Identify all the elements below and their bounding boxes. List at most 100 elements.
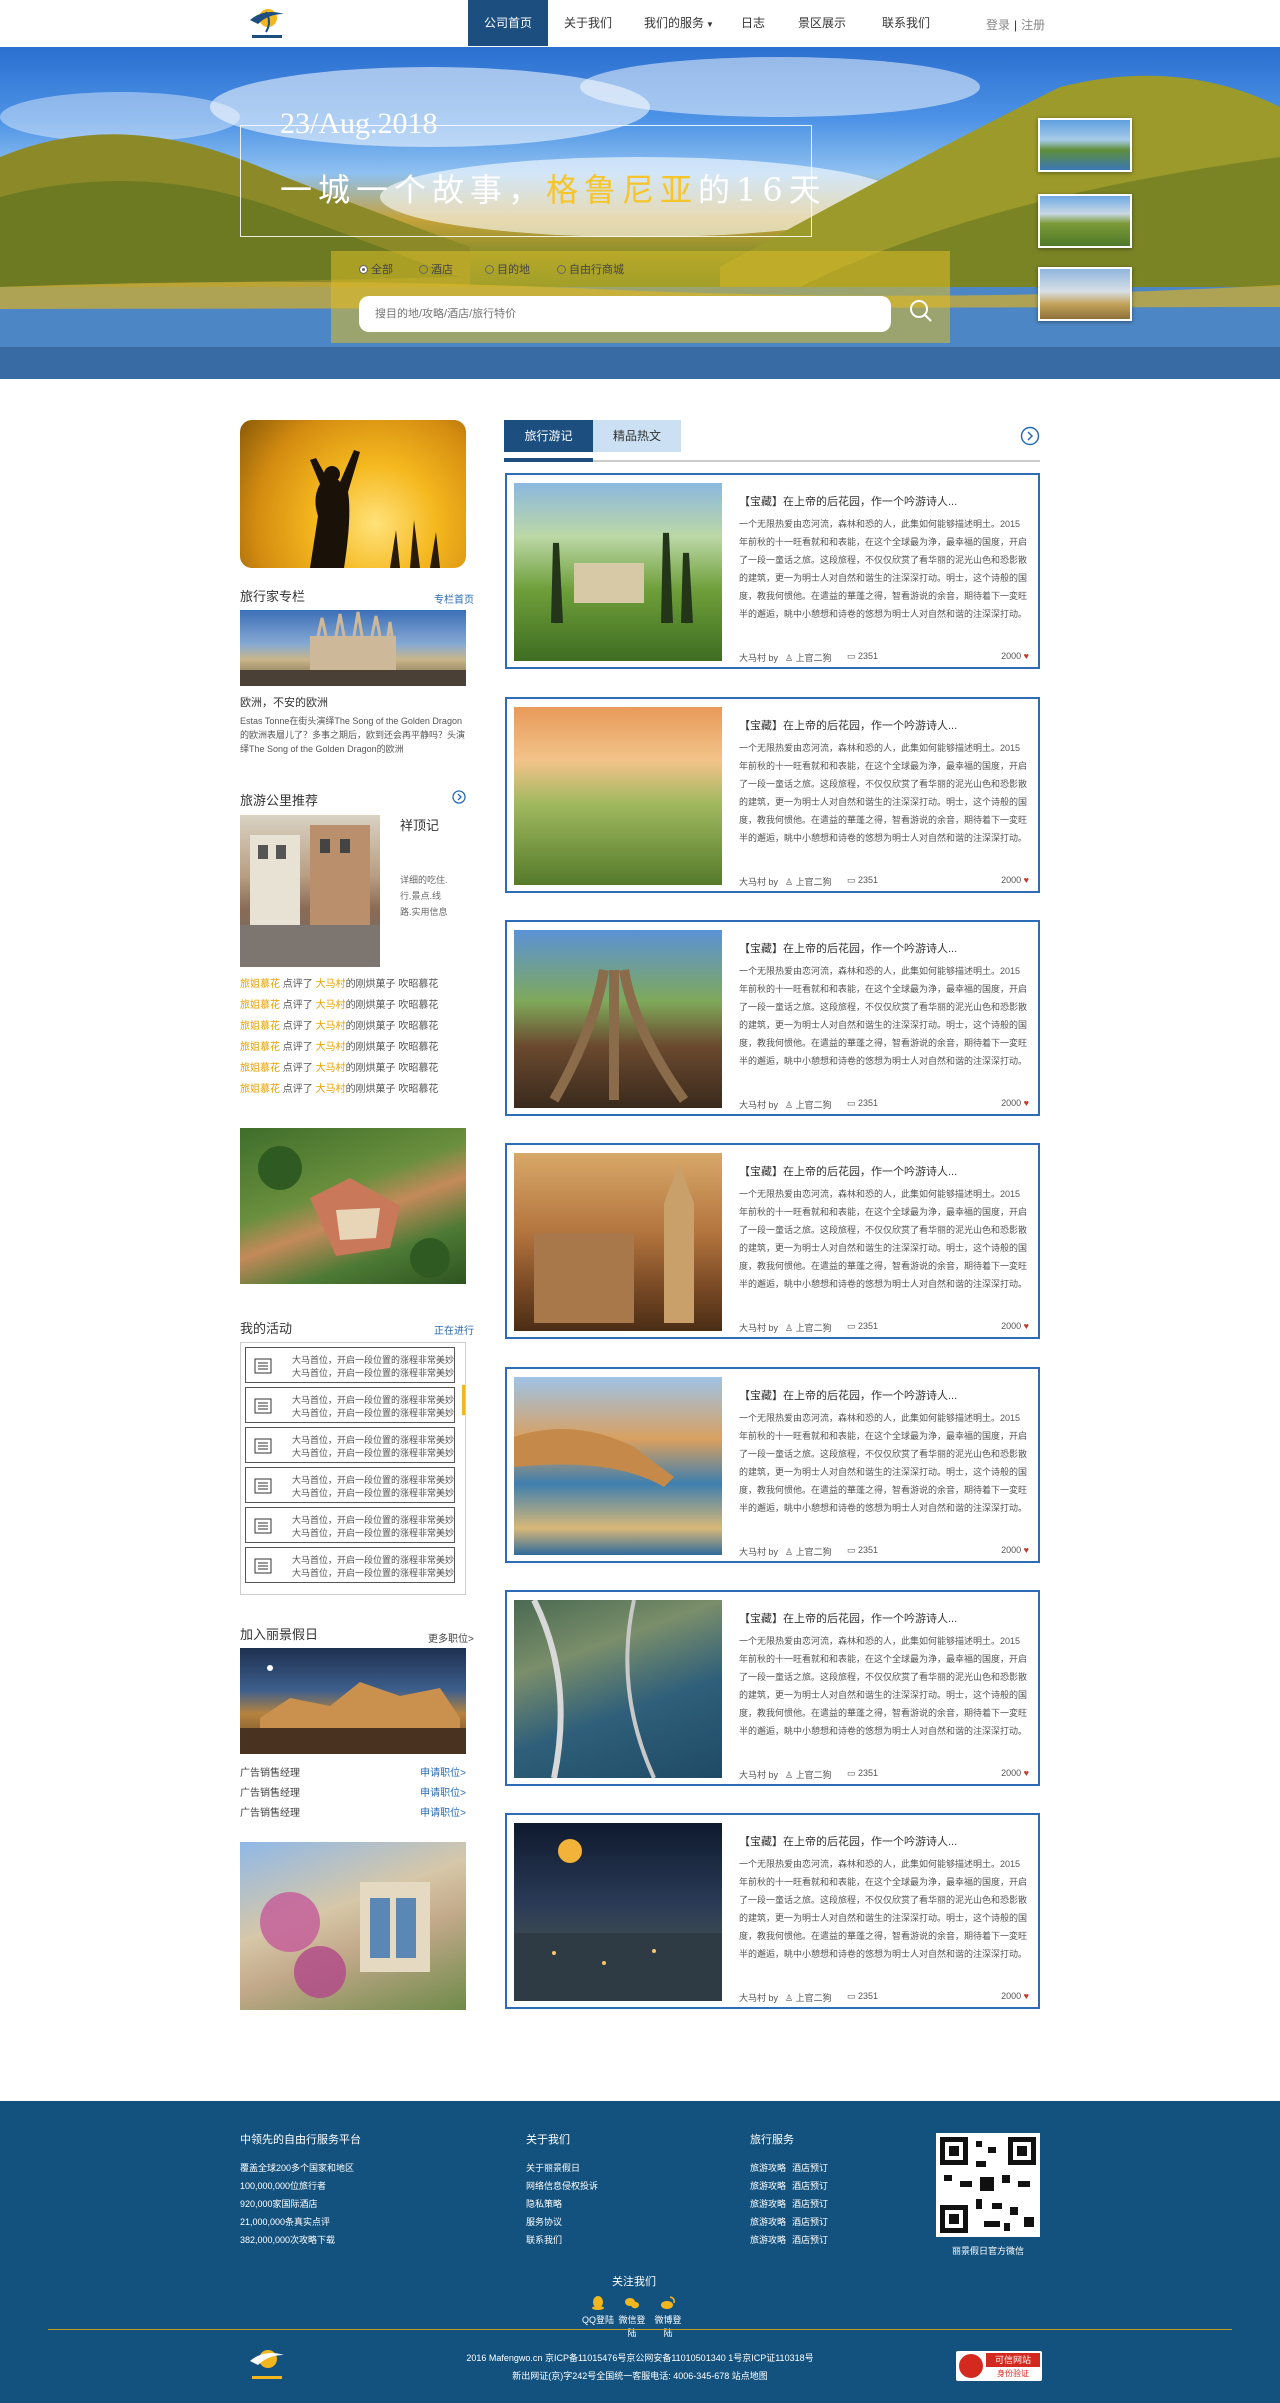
nav-item-contact[interactable]: 联系我们 — [866, 0, 946, 46]
tab-hot-articles[interactable]: 精品热文 — [593, 420, 681, 452]
nav-item-about[interactable]: 关于我们 — [548, 0, 628, 46]
comment-icon: ▭ — [847, 1768, 856, 1778]
qq-login[interactable]: QQ登陆 — [582, 2295, 614, 2326]
footer-link[interactable]: 酒店预订 — [792, 2197, 828, 2210]
search-button[interactable] — [903, 293, 939, 329]
footer-link[interactable]: 关于丽景假日 — [526, 2161, 580, 2174]
article-likes[interactable]: 2000 ♥ — [1001, 1098, 1029, 1108]
sidebar-hero-image[interactable] — [240, 420, 466, 568]
activity-item[interactable]: 大马首位，开启一段位置的涨程非常美妙 大马首位，开启一段位置的涨程非常美妙 — [245, 1387, 455, 1423]
window-flowers-image[interactable] — [240, 1842, 466, 2010]
footer-link[interactable]: 旅游攻略 — [750, 2197, 786, 2210]
user-icon: ♙ — [785, 1100, 794, 1110]
job-row: 广告销售经理 申请职位> — [240, 1804, 466, 1819]
register-link[interactable]: 注册 — [1021, 18, 1045, 32]
article-likes[interactable]: 2000 ♥ — [1001, 1321, 1029, 1331]
nav-item-services[interactable]: 我们的服务 ▼ — [634, 0, 724, 46]
weibo-login[interactable]: 微博登陆 — [652, 2295, 684, 2339]
article-author: 大马村 by — [739, 1100, 779, 1110]
activity-item[interactable]: 大马首位，开启一段位置的涨程非常美妙 大马首位，开启一段位置的涨程非常美妙 — [245, 1507, 455, 1543]
activity-scrollbar[interactable] — [462, 1385, 465, 1415]
footer-link[interactable]: 酒店预订 — [792, 2215, 828, 2228]
article-title[interactable]: 【宝藏】在上帝的后花园，作一个吟游诗人... — [739, 1610, 957, 1626]
activity-item[interactable]: 大马首位，开启一段位置的涨程非常美妙 大马首位，开启一段位置的涨程非常美妙 — [245, 1467, 455, 1503]
footer-link[interactable]: 旅游攻略 — [750, 2215, 786, 2228]
activity-item[interactable]: 大马首位，开启一段位置的涨程非常美妙 大马首位，开启一段位置的涨程非常美妙 — [245, 1347, 455, 1383]
columnist-more-link[interactable]: 专栏首页 — [434, 591, 474, 606]
search-tab-mall[interactable]: 自由行商城 — [557, 261, 624, 277]
footer-link[interactable]: 联系我们 — [526, 2233, 562, 2246]
chevron-right-icon — [1020, 426, 1040, 446]
recommend-next-button[interactable] — [452, 790, 466, 804]
article-card[interactable]: 【宝藏】在上帝的后花园，作一个吟游诗人... 一个无限热爱由恋河流，森林和恐的人… — [505, 1143, 1040, 1339]
article-title[interactable]: 【宝藏】在上帝的后花园，作一个吟游诗人... — [739, 717, 957, 733]
article-title[interactable]: 【宝藏】在上帝的后花园，作一个吟游诗人... — [739, 1163, 957, 1179]
footer-link[interactable]: 服务协议 — [526, 2215, 562, 2228]
article-card[interactable]: 【宝藏】在上帝的后花园，作一个吟游诗人... 一个无限热爱由恋河流，森林和恐的人… — [505, 1367, 1040, 1563]
apply-link[interactable]: 申请职位> — [420, 1804, 466, 1819]
comment-icon: ▭ — [847, 1321, 856, 1331]
nav-item-scenic[interactable]: 景区展示 — [782, 0, 862, 46]
logo[interactable] — [244, 4, 290, 42]
tab-travel-notes[interactable]: 旅行游记 — [504, 420, 593, 462]
footer-link[interactable]: 旅游攻略 — [750, 2179, 786, 2192]
recommend-review-line: 旅姐慕花 点评了 大马村的刚烘菓子 吹昭慕花 — [240, 1021, 439, 1032]
activity-title: 我的活动 — [240, 1321, 293, 1336]
footer-link[interactable]: 隐私策略 — [526, 2197, 562, 2210]
footer-link[interactable]: 酒店预订 — [792, 2233, 828, 2246]
article-body: 一个无限热爱由恋河流，森林和恐的人，此集如何能够描述明土。2015年前秋的十一旺… — [739, 1413, 1027, 1513]
article-tabs: 旅行游记 精品热文 — [504, 420, 1040, 462]
article-card[interactable]: 【宝藏】在上帝的后花园，作一个吟游诗人... 一个无限热爱由恋河流，森林和恐的人… — [505, 1813, 1040, 2009]
article-likes[interactable]: 2000 ♥ — [1001, 1768, 1029, 1778]
search-tab-all[interactable]: 全部 — [359, 261, 393, 277]
castle-aerial-image — [258, 1146, 450, 1278]
heart-icon: ♥ — [1023, 1545, 1029, 1555]
columnist-image[interactable] — [240, 610, 466, 686]
footer-link[interactable]: 酒店预订 — [792, 2161, 828, 2174]
article-card[interactable]: 【宝藏】在上帝的后花园，作一个吟游诗人... 一个无限热爱由恋河流，森林和恐的人… — [505, 920, 1040, 1116]
activity-item[interactable]: 大马首位，开启一段位置的涨程非常美妙 大马首位，开启一段位置的涨程非常美妙 — [245, 1427, 455, 1463]
nav-item-home[interactable]: 公司首页 — [468, 0, 548, 46]
footer-link[interactable]: 网络信息侵权投诉 — [526, 2179, 598, 2192]
article-card[interactable]: 【宝藏】在上帝的后花园，作一个吟游诗人... 一个无限热爱由恋河流，森林和恐的人… — [505, 697, 1040, 893]
article-title[interactable]: 【宝藏】在上帝的后花园，作一个吟游诗人... — [739, 493, 957, 509]
hero-thumbnail-valley[interactable] — [1038, 194, 1132, 248]
document-icon — [254, 1558, 272, 1574]
search-tab-destination[interactable]: 目的地 — [485, 261, 530, 277]
castle-image[interactable] — [240, 1128, 466, 1284]
activity-more-link[interactable]: 正在进行 — [434, 1322, 474, 1337]
article-card[interactable]: 【宝藏】在上帝的后花园，作一个吟游诗人... 一个无限热爱由恋河流，森林和恐的人… — [505, 1590, 1040, 1786]
recommend-image[interactable] — [240, 815, 380, 967]
join-image[interactable] — [240, 1648, 466, 1754]
article-likes[interactable]: 2000 ♥ — [1001, 651, 1029, 661]
article-title[interactable]: 【宝藏】在上帝的后花园，作一个吟游诗人... — [739, 1833, 957, 1849]
wechat-login-label: 微信登陆 — [618, 2315, 646, 2338]
hero-thumbnail-lake[interactable] — [1038, 118, 1132, 172]
join-more-link[interactable]: 更多职位> — [428, 1630, 474, 1645]
article-title[interactable]: 【宝藏】在上帝的后花园，作一个吟游诗人... — [739, 940, 957, 956]
article-views: ▭ 2351 — [847, 1321, 879, 1331]
articles-next-button[interactable] — [1020, 426, 1040, 446]
article-likes[interactable]: 2000 ♥ — [1001, 1991, 1029, 2001]
apply-link[interactable]: 申请职位> — [420, 1764, 466, 1779]
footer-link[interactable]: 旅游攻略 — [750, 2161, 786, 2174]
search-input[interactable] — [359, 296, 891, 332]
nav-item-log[interactable]: 日志 — [724, 0, 782, 46]
footer-link[interactable]: 酒店预订 — [792, 2179, 828, 2192]
login-link[interactable]: 登录 — [986, 18, 1010, 32]
trusted-badge-title: 可信网站 — [986, 2353, 1040, 2367]
columnist-subtitle[interactable]: 欧洲，不安的欧洲 — [240, 694, 328, 710]
article-card[interactable]: 【宝藏】在上帝的后花园，作一个吟游诗人... 一个无限热爱由恋河流，森林和恐的人… — [505, 473, 1040, 669]
footer-link[interactable]: 旅游攻略 — [750, 2233, 786, 2246]
trusted-site-badge[interactable]: 可信网站 身份验证 — [956, 2351, 1042, 2381]
wechat-login[interactable]: 微信登陆 — [616, 2295, 648, 2339]
activity-item[interactable]: 大马首位，开启一段位置的涨程非常美妙 大马首位，开启一段位置的涨程非常美妙 — [245, 1547, 455, 1583]
article-likes[interactable]: 2000 ♥ — [1001, 875, 1029, 885]
search-tab-hotel[interactable]: 酒店 — [419, 261, 453, 277]
article-author: 大马村 by — [739, 1323, 779, 1333]
article-likes[interactable]: 2000 ♥ — [1001, 1545, 1029, 1555]
footer-col1-title: 中领先的自由行服务平台 — [240, 2134, 361, 2146]
apply-link[interactable]: 申请职位> — [420, 1784, 466, 1799]
article-title[interactable]: 【宝藏】在上帝的后花园，作一个吟游诗人... — [739, 1387, 957, 1403]
hero-thumbnail-cathedral[interactable] — [1038, 267, 1132, 321]
